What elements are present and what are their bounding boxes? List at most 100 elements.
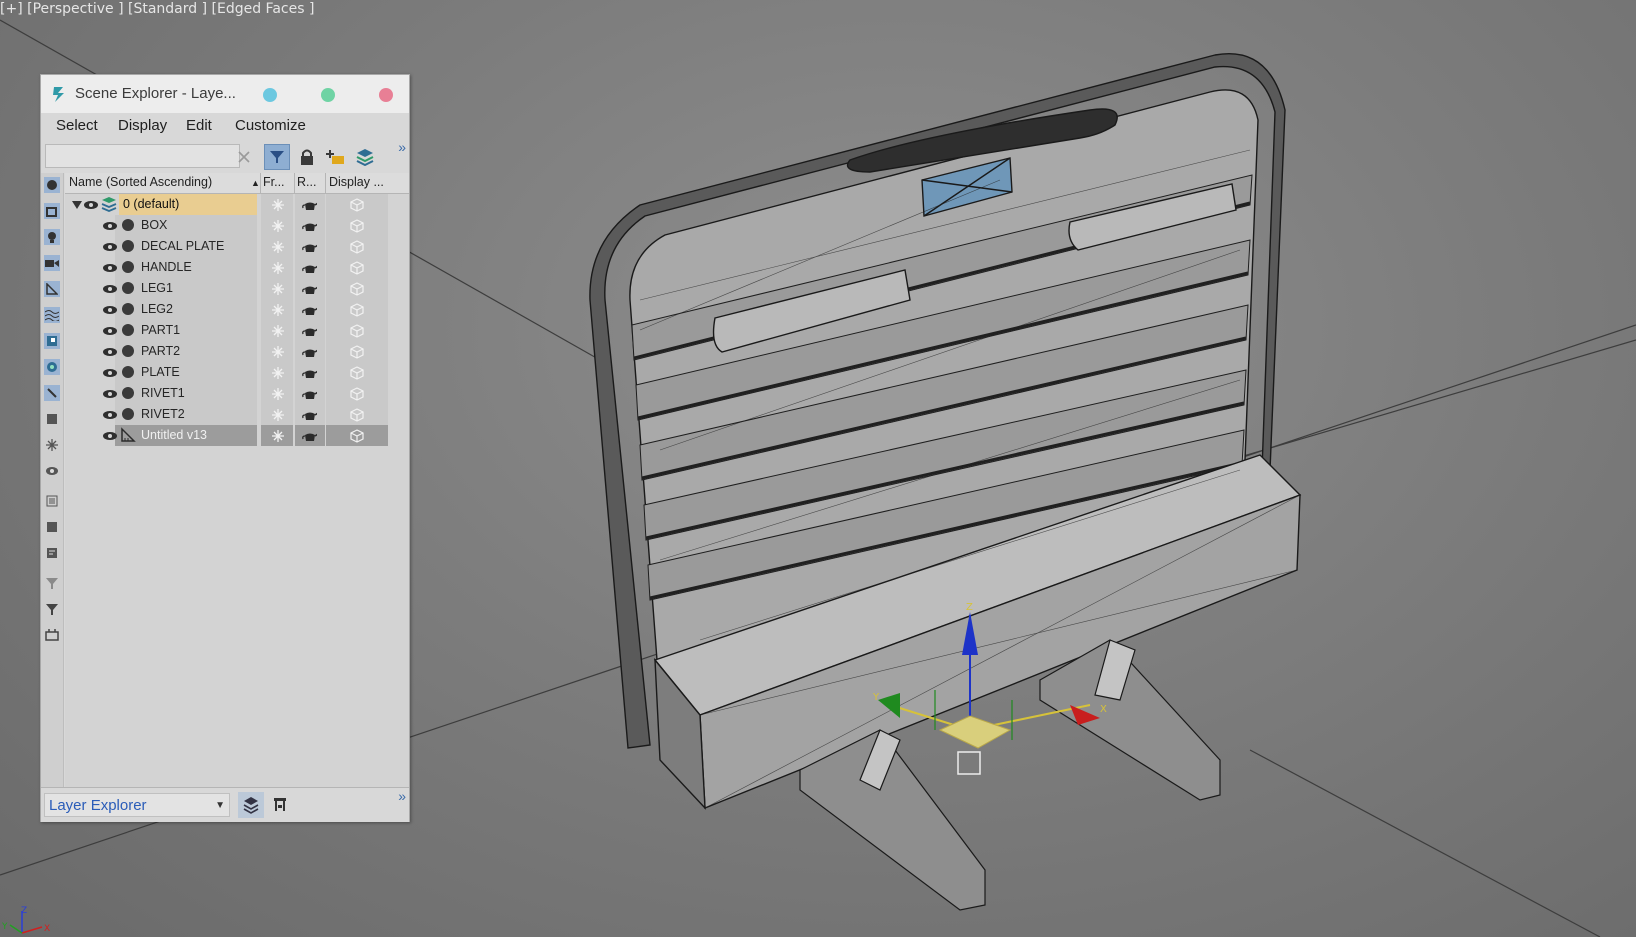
- freeze-icon[interactable]: [270, 428, 286, 444]
- visibility-eye-icon[interactable]: [102, 281, 118, 297]
- display-box-icon[interactable]: [349, 428, 365, 444]
- renderable-icon[interactable]: [301, 240, 317, 256]
- visibility-eye-icon[interactable]: [102, 344, 118, 360]
- visibility-eye-icon[interactable]: [102, 428, 118, 444]
- groups-filter-icon[interactable]: [44, 333, 60, 349]
- renderable-icon[interactable]: [301, 345, 317, 361]
- visibility-eye-icon[interactable]: [102, 239, 118, 255]
- display-all-icon[interactable]: [44, 493, 60, 509]
- column-freeze-header[interactable]: Fr...: [263, 175, 285, 189]
- geometry-filter-icon[interactable]: [44, 177, 60, 193]
- invert-display-icon[interactable]: [44, 545, 60, 561]
- freeze-icon[interactable]: [270, 344, 286, 360]
- display-none-icon[interactable]: [44, 519, 60, 535]
- clear-search-button[interactable]: [231, 144, 257, 170]
- display-box-icon[interactable]: [349, 344, 365, 360]
- renderable-icon[interactable]: [301, 282, 317, 298]
- search-input[interactable]: [45, 144, 240, 168]
- freeze-icon[interactable]: [270, 407, 286, 423]
- display-box-icon[interactable]: [349, 302, 365, 318]
- freeze-icon[interactable]: [270, 281, 286, 297]
- freeze-icon[interactable]: [270, 260, 286, 276]
- lock-button[interactable]: [294, 144, 320, 170]
- table-row[interactable]: RIVET1: [65, 383, 409, 404]
- display-box-icon[interactable]: [349, 365, 365, 381]
- freeze-icon[interactable]: [270, 386, 286, 402]
- visibility-eye-icon[interactable]: [102, 260, 118, 276]
- renderable-icon[interactable]: [301, 303, 317, 319]
- filter-on-icon[interactable]: [44, 601, 60, 617]
- renderable-icon[interactable]: [301, 324, 317, 340]
- filter-toggle-button[interactable]: [264, 144, 290, 170]
- renderable-icon[interactable]: [301, 219, 317, 235]
- visibility-eye-icon[interactable]: [83, 197, 99, 213]
- renderable-icon[interactable]: [301, 408, 317, 424]
- display-box-icon[interactable]: [349, 386, 365, 402]
- shapes-filter-icon[interactable]: [44, 203, 60, 219]
- table-row[interactable]: Untitled v13: [65, 425, 409, 446]
- table-row[interactable]: PART2: [65, 341, 409, 362]
- layer-row[interactable]: 0 (default): [65, 194, 409, 215]
- table-row[interactable]: LEG1: [65, 278, 409, 299]
- menu-select[interactable]: Select: [56, 117, 98, 134]
- bottom-overflow-icon[interactable]: »: [398, 788, 406, 804]
- column-display-header[interactable]: Display ...: [329, 175, 384, 189]
- renderable-icon[interactable]: [301, 387, 317, 403]
- renderable-icon[interactable]: [301, 429, 317, 445]
- display-box-icon[interactable]: [349, 407, 365, 423]
- add-to-layer-button[interactable]: [323, 144, 349, 170]
- table-row[interactable]: DECAL PLATE: [65, 236, 409, 257]
- xrefs-filter-icon[interactable]: [44, 359, 60, 375]
- display-box-icon[interactable]: [349, 239, 365, 255]
- visibility-eye-icon[interactable]: [102, 302, 118, 318]
- helpers-filter-icon[interactable]: [44, 281, 60, 297]
- visibility-eye-icon[interactable]: [102, 218, 118, 234]
- visibility-eye-icon[interactable]: [102, 386, 118, 402]
- table-row[interactable]: BOX: [65, 215, 409, 236]
- cameras-filter-icon[interactable]: [44, 255, 60, 271]
- viewport-label[interactable]: [+] [Perspective ] [Standard ] [Edged Fa…: [0, 1, 314, 17]
- freeze-icon[interactable]: [270, 323, 286, 339]
- display-box-icon[interactable]: [349, 218, 365, 234]
- lights-filter-icon[interactable]: [44, 229, 60, 245]
- freeze-icon[interactable]: [270, 365, 286, 381]
- freeze-icon[interactable]: [270, 302, 286, 318]
- title-bar[interactable]: Scene Explorer - Laye...: [41, 75, 409, 113]
- close-button[interactable]: [379, 88, 393, 102]
- sort-by-hierarchy-button[interactable]: [267, 792, 293, 818]
- visibility-eye-icon[interactable]: [102, 365, 118, 381]
- hidden-filter-icon[interactable]: [44, 463, 60, 479]
- column-render-header[interactable]: R...: [297, 175, 316, 189]
- menu-display[interactable]: Display: [118, 117, 167, 134]
- menu-customize[interactable]: Customize: [235, 117, 306, 134]
- containers-filter-icon[interactable]: [44, 411, 60, 427]
- layers-button[interactable]: [352, 144, 378, 170]
- table-row[interactable]: PLATE: [65, 362, 409, 383]
- frozen-filter-icon[interactable]: [44, 437, 60, 453]
- display-box-icon[interactable]: [349, 281, 365, 297]
- select-dependents-icon[interactable]: [44, 627, 60, 643]
- freeze-icon[interactable]: [270, 197, 286, 213]
- filter-off-icon[interactable]: [44, 575, 60, 591]
- renderable-icon[interactable]: [301, 198, 317, 214]
- visibility-eye-icon[interactable]: [102, 323, 118, 339]
- table-row[interactable]: PART1: [65, 320, 409, 341]
- toolbar-overflow-icon[interactable]: »: [398, 139, 406, 155]
- renderable-icon[interactable]: [301, 261, 317, 277]
- renderable-icon[interactable]: [301, 366, 317, 382]
- table-row[interactable]: HANDLE: [65, 257, 409, 278]
- explorer-type-dropdown[interactable]: Layer Explorer ▼: [44, 793, 230, 817]
- minimize-button[interactable]: [263, 88, 277, 102]
- display-box-icon[interactable]: [349, 197, 365, 213]
- display-box-icon[interactable]: [349, 323, 365, 339]
- bones-filter-icon[interactable]: [44, 385, 60, 401]
- column-name-header[interactable]: Name (Sorted Ascending): [69, 175, 212, 189]
- display-box-icon[interactable]: [349, 260, 365, 276]
- menu-edit[interactable]: Edit: [186, 117, 212, 134]
- table-row[interactable]: RIVET2: [65, 404, 409, 425]
- table-row[interactable]: LEG2: [65, 299, 409, 320]
- visibility-eye-icon[interactable]: [102, 407, 118, 423]
- freeze-icon[interactable]: [270, 239, 286, 255]
- spacewarps-filter-icon[interactable]: [44, 307, 60, 323]
- sort-by-layer-button[interactable]: [238, 792, 264, 818]
